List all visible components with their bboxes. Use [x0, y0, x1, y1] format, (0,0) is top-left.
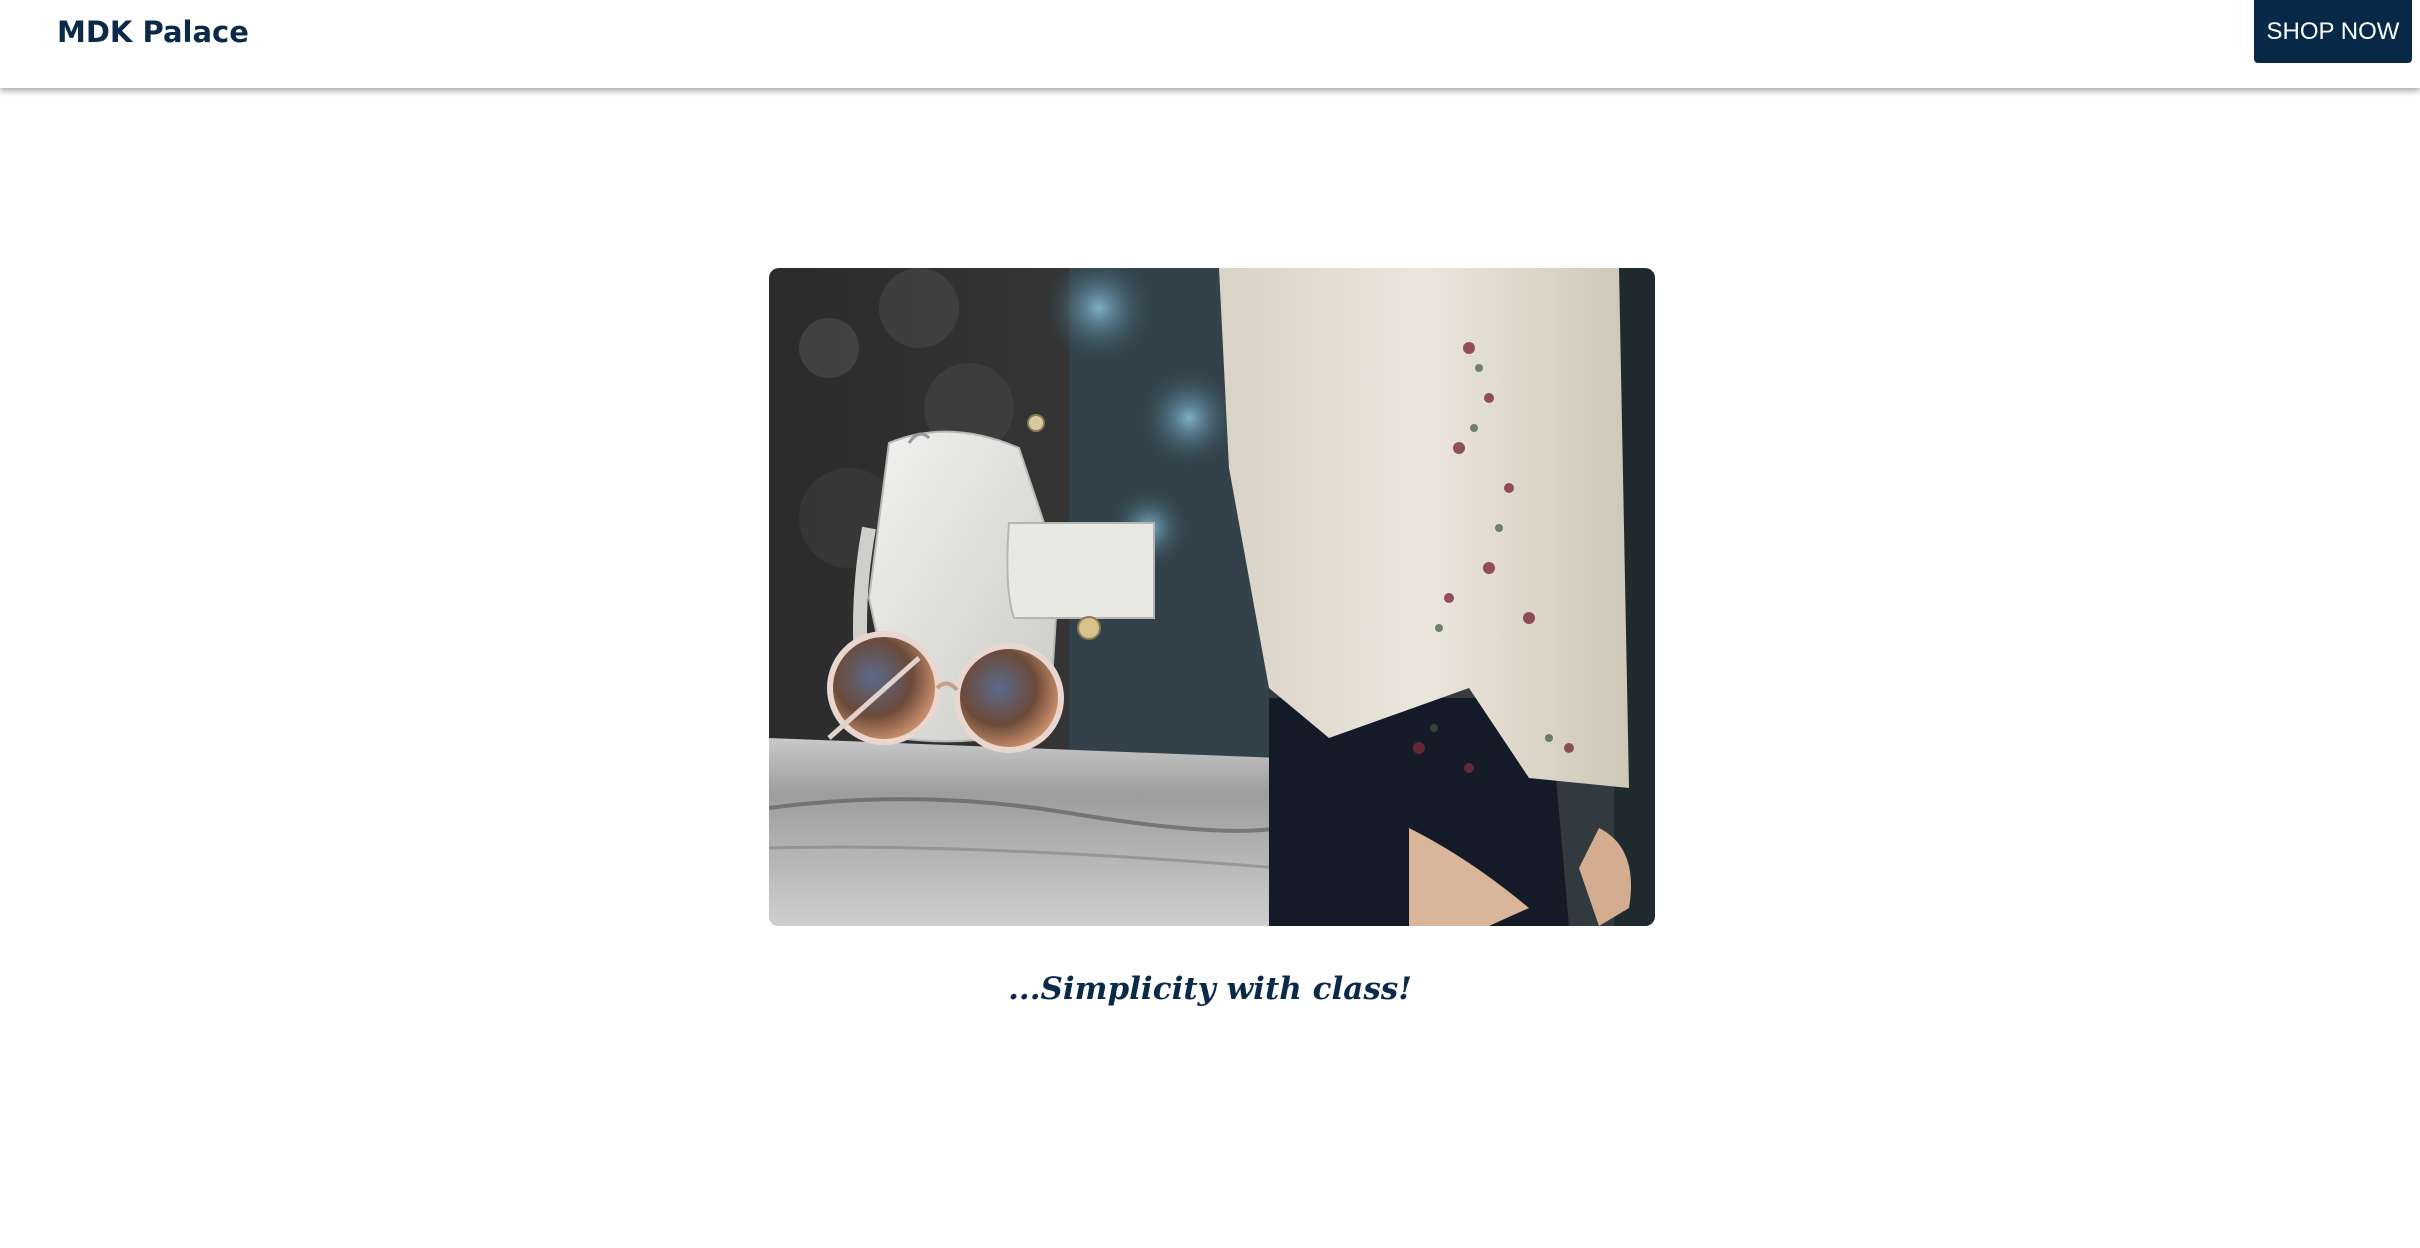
shop-now-button[interactable]: SHOP NOW	[2254, 0, 2412, 63]
hero-tagline: ...Simplicity with class!	[1008, 971, 1412, 1007]
brand-logo-text[interactable]: MDK Palace	[57, 12, 249, 52]
top-navbar: MDK Palace SHOP NOW	[0, 0, 2420, 88]
hero-image	[769, 268, 1655, 926]
